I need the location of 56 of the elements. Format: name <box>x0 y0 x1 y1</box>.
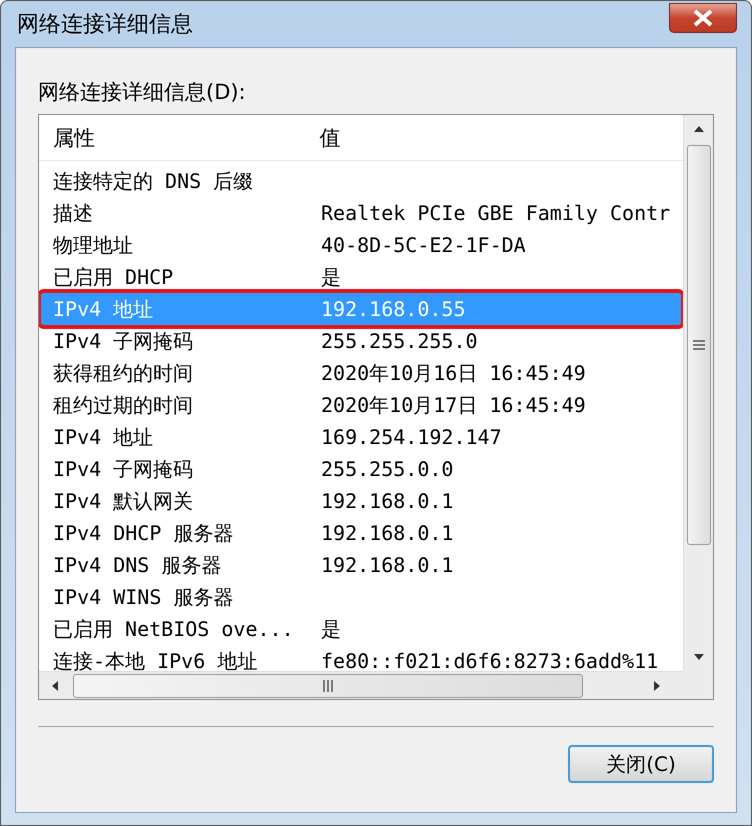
property-cell-text: 租约过期的时间 <box>52 392 194 418</box>
property-cell-text: IPv4 DNS 服务器 <box>52 552 222 578</box>
window-title: 网络连接详细信息 <box>16 11 193 39</box>
value-cell-text: 255.255.0.0 <box>320 457 454 481</box>
close-button[interactable] <box>669 3 737 33</box>
value-cell-text: 2020年10月16日 16:45:49 <box>320 360 587 386</box>
value-cell-text: fe80::f021:d6f6:8273:6add%11 <box>320 649 660 671</box>
property-cell-text: IPv4 子网掩码 <box>52 456 194 482</box>
horizontal-scrollbar[interactable] <box>39 671 683 699</box>
value-cell-text: 40-8D-5C-E2-1F-DA <box>320 233 527 257</box>
table-row[interactable]: 描述 Realtek PCIe GBE Family Contr <box>41 197 681 229</box>
property-cell-text: IPv4 地址 <box>52 424 154 450</box>
table-row[interactable]: IPv4 默认网关 192.168.0.1 <box>41 485 681 517</box>
table-row[interactable]: 租约过期的时间 2020年10月17日 16:45:49 <box>41 389 681 421</box>
table-row[interactable]: 连接特定的 DNS 后缀 <box>41 165 681 197</box>
property-cell-text: 连接特定的 DNS 后缀 <box>52 168 254 194</box>
grip-icon <box>322 680 334 692</box>
table-row[interactable]: IPv4 WINS 服务器 <box>41 581 681 613</box>
property-cell-text: 已启用 NetBIOS ove... <box>52 616 295 642</box>
value-cell-text: 192.168.0.55 <box>320 297 466 321</box>
property-cell-text: IPv4 WINS 服务器 <box>52 584 234 610</box>
column-header[interactable]: 值 <box>305 124 683 152</box>
value-cell-text: 是 <box>320 616 342 642</box>
grip-icon <box>692 339 704 351</box>
column-header[interactable]: 属性 <box>39 124 306 152</box>
table-row[interactable]: IPv4 子网掩码 255.255.0.0 <box>41 453 681 485</box>
list-label: 网络连接详细信息(D): <box>38 79 247 106</box>
table-row[interactable]: 已启用 NetBIOS ove... 是 <box>41 613 681 645</box>
close-dialog-button[interactable]: 关闭(C) <box>568 745 714 783</box>
property-cell-text: 获得租约的时间 <box>52 360 194 386</box>
vertical-scrollbar[interactable] <box>683 115 713 671</box>
value-cell-text: 192.168.0.1 <box>320 521 454 545</box>
value-cell-text: 2020年10月17日 16:45:49 <box>320 392 587 418</box>
property-cell-text: IPv4 地址 <box>52 296 154 322</box>
value-cell-text: 192.168.0.1 <box>320 553 454 577</box>
value-cell-text: 255.255.255.0 <box>320 329 479 353</box>
property-cell-text: 物理地址 <box>52 232 134 258</box>
table-row[interactable]: 物理地址 40-8D-5C-E2-1F-DA <box>41 229 681 261</box>
table-row[interactable]: IPv4 地址 169.254.192.147 <box>41 421 681 453</box>
table-row[interactable]: 获得租约的时间 2020年10月16日 16:45:49 <box>41 357 681 389</box>
table-row[interactable]: IPv4 DNS 服务器 192.168.0.1 <box>41 549 681 581</box>
value-cell-text: 是 <box>320 264 342 290</box>
table-row[interactable]: IPv4 DHCP 服务器 192.168.0.1 <box>41 517 681 549</box>
value-cell-text: Realtek PCIe GBE Family Contr <box>320 201 672 225</box>
property-cell-text: 已启用 DHCP <box>52 264 174 290</box>
table-row[interactable]: 连接-本地 IPv6 地址 fe80::f021:d6f6:8273:6add%11 <box>41 645 681 671</box>
property-cell-text: IPv4 子网掩码 <box>52 328 194 354</box>
property-cell-text: 连接-本地 IPv6 地址 <box>52 648 258 671</box>
close-icon <box>692 9 714 27</box>
property-cell-text: IPv4 默认网关 <box>52 488 194 514</box>
value-cell-text: 192.168.0.1 <box>320 489 454 513</box>
table-row[interactable]: IPv4 子网掩码 255.255.255.0 <box>41 325 681 357</box>
table-row[interactable]: 已启用 DHCP 是 <box>41 261 681 293</box>
property-cell-text: 描述 <box>52 200 94 226</box>
property-cell-text: IPv4 DHCP 服务器 <box>52 520 234 546</box>
value-cell-text: 169.254.192.147 <box>320 425 503 449</box>
